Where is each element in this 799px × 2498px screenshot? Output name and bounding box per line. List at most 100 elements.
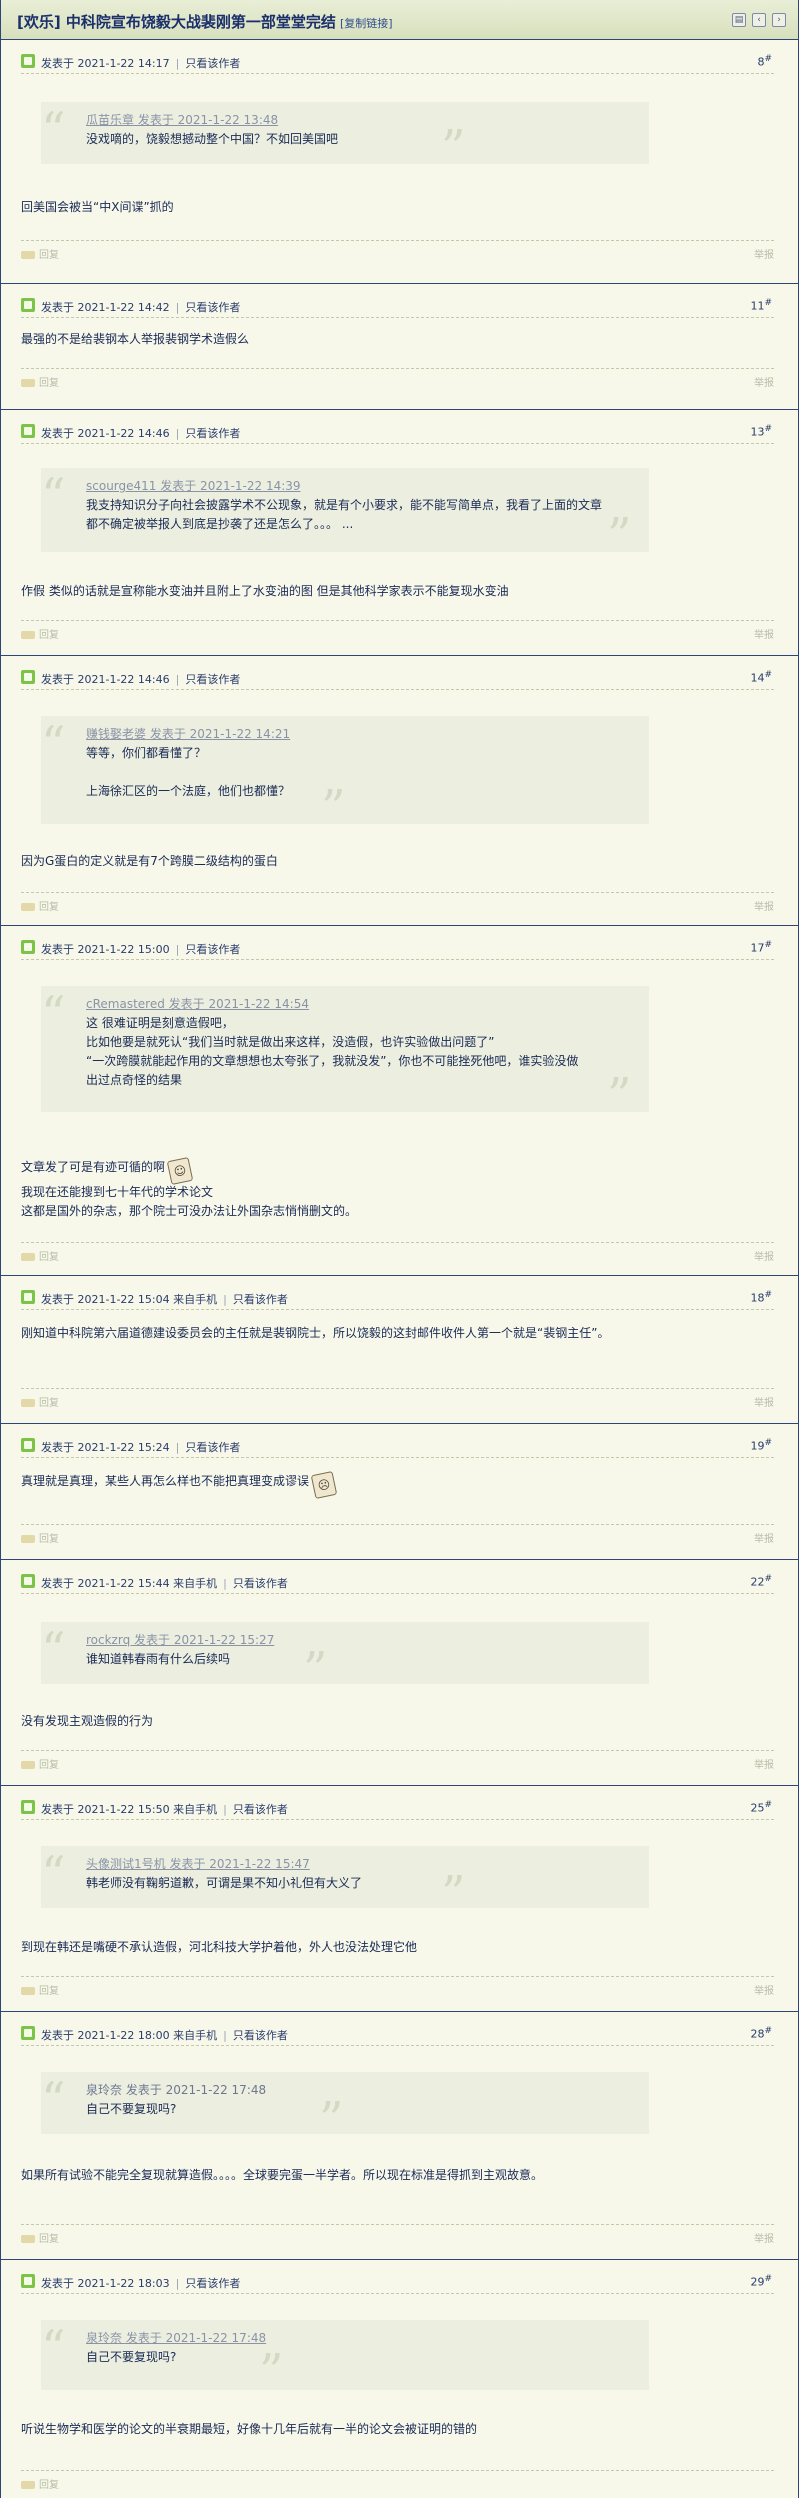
only-author-link[interactable]: 只看该作者 — [185, 673, 240, 686]
online-status-icon — [21, 298, 35, 312]
reply-button[interactable]: 回复 — [21, 1394, 59, 1409]
reply-button[interactable]: 回复 — [21, 1982, 59, 1997]
report-button[interactable]: 举报 — [754, 1530, 774, 1545]
report-button[interactable]: 举报 — [754, 1982, 774, 1997]
floor-number[interactable]: 19# — [750, 1438, 772, 1453]
reply-button[interactable]: 回复 — [21, 898, 59, 913]
reply-button[interactable]: 回复 — [21, 1756, 59, 1771]
post-time: 发表于 2021-1-22 15:50 来自手机 — [41, 1803, 218, 1816]
post-header: 发表于 2021-1-22 15:04 来自手机 | 只看该作者 18# — [21, 1290, 774, 1310]
reply-button[interactable]: 回复 — [21, 2230, 59, 2245]
reply-button[interactable]: 回复 — [21, 374, 59, 389]
only-author-link[interactable]: 只看该作者 — [233, 1293, 288, 1306]
quote-text: 自己不要复现吗? — [86, 2102, 177, 2116]
print-icon[interactable]: ▤ — [732, 13, 746, 27]
smiley-icon: ☺ — [166, 1156, 194, 1186]
quote-block: “ scourge411 发表于 2021-1-22 14:39 我支持知识分子… — [41, 468, 649, 560]
quote-text: 我支持知识分子向社会披露学术不公现象，就是有个小要求，能不能写简单点，我看了上面… — [86, 498, 603, 531]
floor-number[interactable]: 17# — [750, 940, 772, 955]
copy-link[interactable]: [复制链接] — [340, 17, 393, 30]
only-author-link[interactable]: 只看该作者 — [185, 427, 240, 440]
post-meta: 发表于 2021-1-22 15:00 | 只看该作者 — [41, 943, 241, 956]
post-meta: 发表于 2021-1-22 14:46 | 只看该作者 — [41, 427, 241, 440]
close-quote-icon: ” — [321, 780, 346, 836]
next-thread-icon[interactable]: › — [772, 13, 786, 27]
online-status-icon — [21, 1800, 35, 1814]
online-status-icon — [21, 2274, 35, 2288]
quote-author[interactable]: 泉玲奈 发表于 2021-1-22 17:48 — [86, 2329, 266, 2346]
header-icons: ▤ ‹ › — [732, 13, 786, 27]
quote-block: “ 瓜苗乐章 发表于 2021-1-22 13:48 没戏嘀的，饶毅想撼动整个中… — [41, 102, 649, 172]
only-author-link[interactable]: 只看该作者 — [233, 1803, 288, 1816]
floor-number[interactable]: 29# — [750, 2274, 772, 2289]
quote-text: 等等，你们都看懂了？ 上海徐汇区的一个法庭，他们也都懂？ — [86, 746, 291, 798]
only-author-link[interactable]: 只看该作者 — [233, 1577, 288, 1590]
quote-author[interactable]: 头像测试1号机 发表于 2021-1-22 15:47 — [86, 1855, 310, 1872]
post-body: 作假 类似的话就是宣称能水变油并且附上了水变油的图 但是其他科学家表示不能复现水… — [21, 584, 509, 598]
report-button[interactable]: 举报 — [754, 374, 774, 389]
report-button[interactable]: 举报 — [754, 1248, 774, 1263]
report-button[interactable]: 举报 — [754, 898, 774, 913]
post-footer: 回复 举报 — [21, 1388, 774, 1409]
floor-number[interactable]: 22# — [750, 1574, 772, 1589]
floor-number[interactable]: 11# — [750, 298, 772, 313]
quote-author[interactable]: 赚钱娶老婆 发表于 2021-1-22 14:21 — [86, 725, 290, 742]
quote-author[interactable]: cRemastered 发表于 2021-1-22 14:54 — [86, 995, 309, 1012]
post-18: 发表于 2021-1-22 15:04 来自手机 | 只看该作者 18# 刚知道中科… — [1, 1276, 798, 1424]
open-quote-icon: “ — [41, 102, 66, 158]
only-author-link[interactable]: 只看该作者 — [185, 57, 240, 70]
quote-author[interactable]: scourge411 发表于 2021-1-22 14:39 — [86, 477, 301, 494]
only-author-link[interactable]: 只看该作者 — [185, 2277, 240, 2290]
online-status-icon — [21, 1438, 35, 1452]
reply-button[interactable]: 回复 — [21, 1530, 59, 1545]
reply-button[interactable]: 回复 — [21, 246, 59, 261]
floor-number[interactable]: 14# — [750, 670, 772, 685]
close-quote-icon: ” — [319, 2092, 344, 2148]
post-time: 发表于 2021-1-22 18:03 — [41, 2277, 170, 2290]
quote-author[interactable]: 泉玲奈 发表于 2021-1-22 17:48 — [86, 2081, 266, 2098]
close-quote-icon: ” — [303, 1642, 328, 1698]
reply-button[interactable]: 回复 — [21, 1248, 59, 1263]
post-footer: 回复 举报 — [21, 620, 774, 641]
thread-title: [欢乐] 中科院宣布饶毅大战裴刚第一部堂堂完结 [复制链接] — [17, 11, 393, 32]
only-author-link[interactable]: 只看该作者 — [185, 943, 240, 956]
post-header: 发表于 2021-1-22 15:00 | 只看该作者 17# — [21, 940, 774, 960]
quote-block: “ 赚钱娶老婆 发表于 2021-1-22 14:21 等等，你们都看懂了？ 上… — [41, 716, 649, 832]
post-footer: 回复 举报 — [21, 1242, 774, 1263]
post-body-line: 文章发了可是有迹可循的啊 ☺ — [21, 1156, 781, 1186]
floor-number[interactable]: 25# — [750, 1800, 772, 1815]
quote-author[interactable]: rockzrq 发表于 2021-1-22 15:27 — [86, 1631, 274, 1648]
report-button[interactable]: 举报 — [754, 246, 774, 261]
post-header: 发表于 2021-1-22 15:44 来自手机 | 只看该作者 22# — [21, 1574, 774, 1594]
reply-button[interactable]: 回复 — [21, 2476, 59, 2491]
close-quote-icon: ” — [607, 508, 632, 564]
post-meta: 发表于 2021-1-22 14:17 | 只看该作者 — [41, 57, 241, 70]
reply-icon — [21, 1987, 35, 1995]
post-body: 最强的不是给裴钢本人举报裴钢学术造假么 — [21, 332, 250, 346]
reply-button[interactable]: 回复 — [21, 626, 59, 641]
report-button[interactable]: 举报 — [754, 1394, 774, 1409]
online-status-icon — [21, 670, 35, 684]
quote-text: 韩老师没有鞠躬道歉，可谓是果不知小礼但有大义了 — [86, 1876, 363, 1890]
close-quote-icon: ” — [441, 1866, 466, 1922]
report-button[interactable]: 举报 — [754, 1756, 774, 1771]
floor-number[interactable]: 13# — [750, 424, 772, 439]
floor-number[interactable]: 8# — [757, 54, 772, 69]
only-author-link[interactable]: 只看该作者 — [185, 1441, 240, 1454]
report-button[interactable]: 举报 — [754, 2230, 774, 2245]
report-button[interactable]: 举报 — [754, 626, 774, 641]
reply-icon — [21, 1253, 35, 1261]
only-author-link[interactable]: 只看该作者 — [233, 2029, 288, 2042]
open-quote-icon: “ — [41, 986, 66, 1042]
post-19: 发表于 2021-1-22 15:24 | 只看该作者 19# 真理就是真理，某些人… — [1, 1424, 798, 1560]
post-8: 发表于 2021-1-22 14:17 | 只看该作者 8# “ 瓜苗乐章 发表于 … — [1, 40, 798, 284]
post-body: 真理就是真理，某些人再怎么样也不能把真理变成谬误 ☹ — [21, 1470, 781, 1500]
floor-number[interactable]: 18# — [750, 1290, 772, 1305]
prev-thread-icon[interactable]: ‹ — [752, 13, 766, 27]
floor-number[interactable]: 28# — [750, 2026, 772, 2041]
only-author-link[interactable]: 只看该作者 — [185, 301, 240, 314]
online-status-icon — [21, 54, 35, 68]
quote-author[interactable]: 瓜苗乐章 发表于 2021-1-22 13:48 — [86, 111, 278, 128]
open-quote-icon: “ — [41, 716, 66, 772]
post-time: 发表于 2021-1-22 18:00 来自手机 — [41, 2029, 218, 2042]
